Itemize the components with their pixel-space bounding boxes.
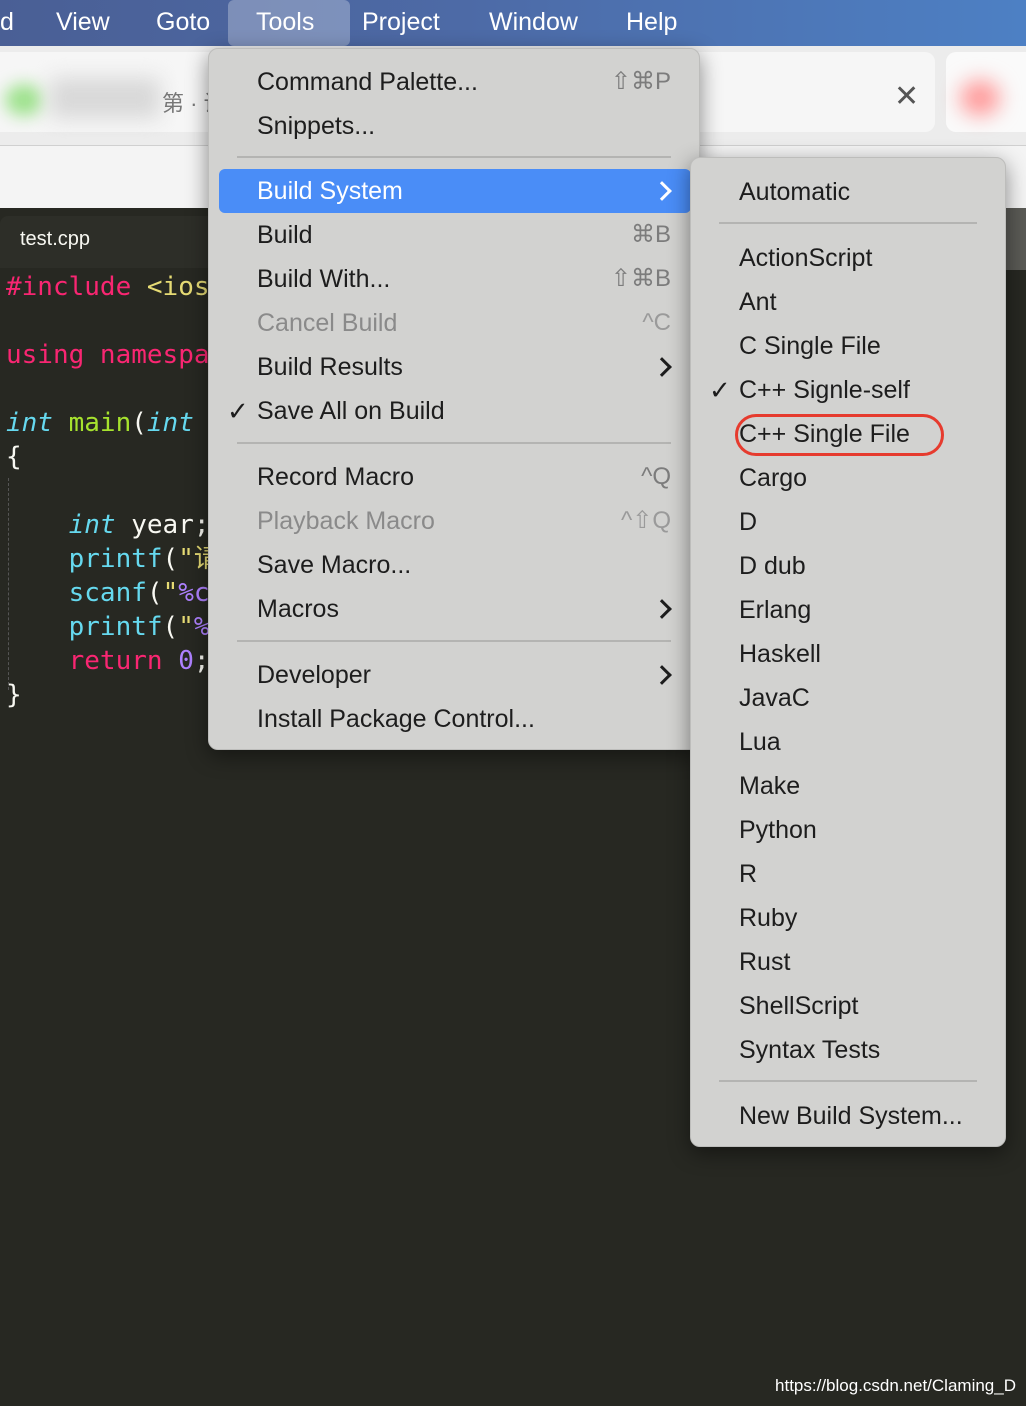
menu-item-developer[interactable]: Developer [257,653,371,697]
menu-item-playback-macro: Playback Macro [257,507,435,535]
code-line-10: scanf("%c [68,578,210,608]
menubar-item-partial[interactable]: d [0,0,28,46]
build-item-cpp-signle-self[interactable]: C++ Signle-self [739,368,910,412]
menu-item-build-with[interactable]: Build With... [257,257,390,301]
checkmark-icon: ✓ [709,375,731,405]
menu-separator [719,1080,977,1082]
shortcut-build: ⌘B [630,221,671,248]
code-line-6: { [6,442,22,472]
build-item-c-single-file[interactable]: C Single File [739,324,881,368]
chevron-right-icon [652,357,672,377]
menubar-item-tools[interactable]: Tools [228,0,350,46]
menu-bar: d View Goto Tools Project Window Help [0,0,1026,46]
watermark: https://blog.csdn.net/Claming_D [775,1376,1016,1395]
close-icon[interactable]: ✕ [894,82,919,112]
menu-separator [719,222,977,224]
build-item-syntax-tests[interactable]: Syntax Tests [739,1028,880,1072]
menu-item-build-results[interactable]: Build Results [257,345,403,389]
menu-item-macros[interactable]: Macros [257,587,339,631]
build-item-actionscript[interactable]: ActionScript [739,236,872,280]
code-line-5: int main(int [6,408,194,438]
code-line-8: int year; [68,510,210,540]
shortcut-cancel-build: ^C [642,309,671,336]
code-line-9: printf("请 [68,544,220,574]
menu-item-command-palette[interactable]: Command Palette... [257,60,478,104]
build-item-erlang[interactable]: Erlang [739,588,811,632]
annotation-circle [735,414,944,456]
build-item-make[interactable]: Make [739,764,800,808]
build-system-submenu: Automatic ActionScript Ant C Single File… [690,157,1006,1147]
blurred-tab-title [50,78,160,118]
build-item-d[interactable]: D [739,500,757,544]
menu-item-record-macro[interactable]: Record Macro [257,455,414,499]
menu-item-build-system[interactable]: Build System [257,169,403,213]
code-line-3: using namespa [6,340,210,370]
menu-item-install-package-control[interactable]: Install Package Control... [257,697,535,741]
build-item-r[interactable]: R [739,852,757,896]
favicon-icon [5,84,43,116]
build-item-rust[interactable]: Rust [739,940,790,984]
menu-separator [237,156,671,158]
menu-item-snippets[interactable]: Snippets... [257,104,375,148]
menu-item-save-macro[interactable]: Save Macro... [257,543,411,587]
build-item-javac[interactable]: JavaC [739,676,810,720]
menubar-item-help[interactable]: Help [612,0,691,46]
menu-item-build[interactable]: Build [257,213,313,257]
menubar-item-goto[interactable]: Goto [142,0,224,46]
chevron-right-icon [652,665,672,685]
build-item-shellscript[interactable]: ShellScript [739,984,859,1028]
shortcut-command-palette: ⇧⌘P [610,68,671,95]
build-item-new-build-system[interactable]: New Build System... [739,1094,963,1138]
menubar-item-view[interactable]: View [42,0,124,46]
shortcut-record-macro: ^Q [641,463,671,490]
shortcut-playback-macro: ^⇧Q [620,507,671,534]
build-item-d-dub[interactable]: D dub [739,544,806,588]
checkmark-icon: ✓ [227,396,249,426]
build-item-cargo[interactable]: Cargo [739,456,807,500]
shortcut-build-with: ⇧⌘B [610,265,671,292]
tools-menu: Command Palette... ⇧⌘P Snippets... Build… [208,48,700,750]
favicon-icon-2 [960,80,1000,116]
code-line-12: return 0; [68,646,210,676]
code-line-11: printf("% [68,612,210,642]
build-item-automatic[interactable]: Automatic [739,170,850,214]
code-line-1: #include <ios [6,272,210,302]
menubar-item-project[interactable]: Project [348,0,454,46]
build-item-python[interactable]: Python [739,808,817,852]
chevron-right-icon [652,599,672,619]
file-tab-label: test.cpp [20,228,91,250]
build-item-ant[interactable]: Ant [739,280,777,324]
menu-item-save-all-on-build[interactable]: Save All on Build [257,389,445,433]
menubar-item-window[interactable]: Window [475,0,592,46]
menu-item-cancel-build: Cancel Build [257,309,398,337]
indent-guide [8,478,9,690]
menu-separator [237,640,671,642]
build-item-ruby[interactable]: Ruby [739,896,797,940]
build-item-lua[interactable]: Lua [739,720,781,764]
build-item-haskell[interactable]: Haskell [739,632,821,676]
menu-separator [237,442,671,444]
